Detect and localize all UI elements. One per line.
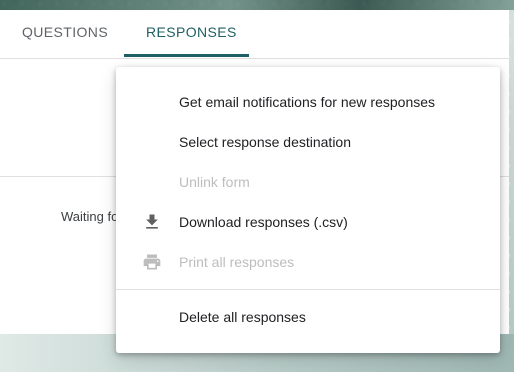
menu-item-unlink-form: Unlink form [116, 162, 500, 202]
menu-item-label: Print all responses [179, 254, 295, 270]
active-tab-indicator [124, 54, 249, 57]
tab-bar: QUESTIONS RESPONSES [0, 10, 509, 59]
print-icon [142, 252, 162, 272]
responses-more-menu: Get email notifications for new response… [116, 67, 500, 353]
menu-item-label: Select response destination [179, 134, 351, 150]
menu-item-print-all: Print all responses [116, 242, 500, 282]
tab-questions[interactable]: QUESTIONS [22, 24, 108, 40]
menu-divider [116, 289, 500, 290]
menu-item-email-notifications[interactable]: Get email notifications for new response… [116, 82, 500, 122]
waiting-text: Waiting for responses [61, 209, 117, 224]
menu-item-label: Unlink form [179, 174, 250, 190]
header-banner [0, 0, 514, 10]
menu-item-label: Delete all responses [179, 309, 306, 325]
download-icon [142, 212, 162, 232]
menu-item-select-destination[interactable]: Select response destination [116, 122, 500, 162]
menu-item-download-csv[interactable]: Download responses (.csv) [116, 202, 500, 242]
menu-item-label: Get email notifications for new response… [179, 94, 436, 110]
menu-item-delete-all[interactable]: Delete all responses [116, 297, 500, 337]
menu-item-label: Download responses (.csv) [179, 214, 348, 230]
tab-responses[interactable]: RESPONSES [146, 24, 237, 40]
